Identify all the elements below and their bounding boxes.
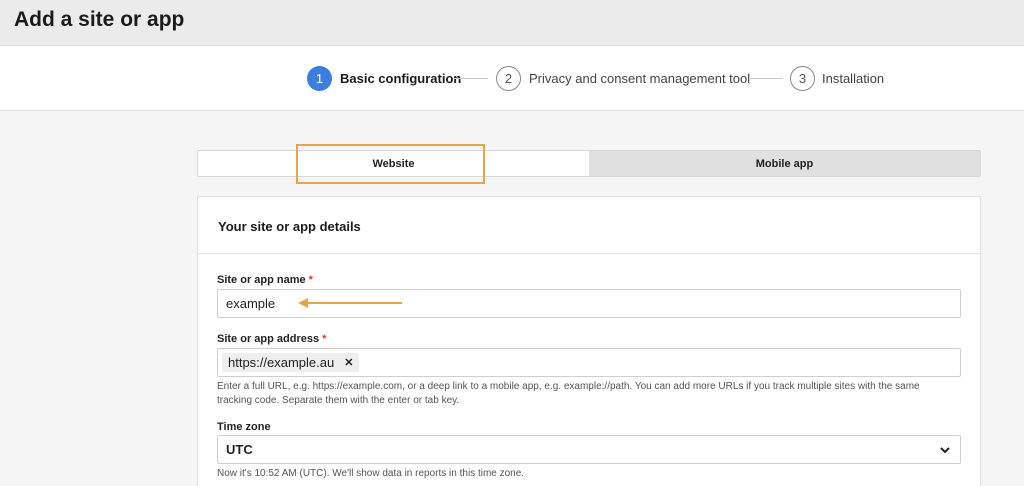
help-line: tracking code. Separate them with the en… (217, 395, 460, 406)
chevron-down-icon (940, 447, 950, 454)
timezone-label: Time zone (217, 421, 271, 433)
required-mark: * (308, 274, 313, 286)
step-2-label: Privacy and consent management tool (529, 71, 751, 86)
step-connector (454, 78, 488, 79)
step-3-label: Installation (822, 71, 885, 86)
timezone-value: UTC (226, 442, 253, 457)
timezone-select[interactable]: UTC (217, 435, 961, 464)
top-bar: Add a site or app (0, 0, 1024, 46)
mobile-app-option[interactable]: Mobile app (589, 151, 980, 176)
arrow-annotation (298, 298, 402, 308)
step-2-number: 2 (496, 66, 521, 91)
site-address-field[interactable]: https://example.au ✕ (217, 348, 961, 377)
section-title: Your site or app details (198, 197, 980, 254)
site-name-label: Site or app name * (217, 274, 313, 286)
stepper: 1 Basic configuration 2 Privacy and cons… (0, 46, 1024, 111)
page-title: Add a site or app (14, 8, 185, 31)
required-mark: * (322, 333, 327, 345)
remove-chip-icon[interactable]: ✕ (344, 356, 353, 369)
step-connector (749, 78, 783, 79)
url-chip-text: https://example.au (228, 355, 335, 370)
url-chip: https://example.au ✕ (222, 353, 360, 372)
help-line: Enter a full URL, e.g. https://example.c… (217, 381, 920, 392)
step-1-label: Basic configuration (340, 71, 462, 86)
step-1-number: 1 (307, 66, 332, 91)
site-type-toggle: Website Mobile app (197, 150, 981, 177)
timezone-help-text: Now it's 10:52 AM (UTC). We'll show data… (217, 468, 525, 479)
address-help-text: Enter a full URL, e.g. https://example.c… (217, 380, 920, 408)
step-3-number: 3 (790, 66, 815, 91)
site-address-label: Site or app address * (217, 333, 327, 345)
website-option[interactable]: Website (198, 151, 589, 176)
